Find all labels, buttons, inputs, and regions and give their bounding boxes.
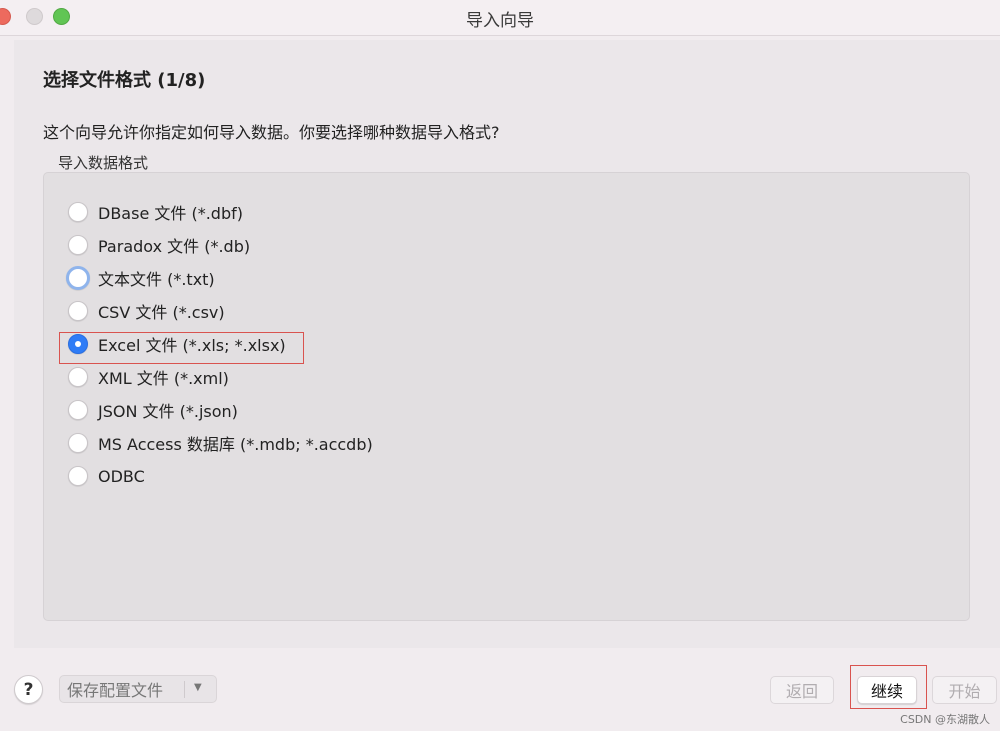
format-option[interactable]: XML 文件 (*.xml) bbox=[68, 365, 229, 389]
radio-button[interactable] bbox=[68, 202, 88, 222]
title-bar[interactable]: 导入向导 bbox=[0, 0, 1000, 36]
chevron-down-icon[interactable]: ▼ bbox=[194, 682, 202, 693]
format-option[interactable]: MS Access 数据库 (*.mdb; *.accdb) bbox=[68, 431, 373, 455]
format-option[interactable]: 文本文件 (*.txt) bbox=[66, 266, 215, 290]
help-button[interactable]: ? bbox=[14, 675, 43, 704]
format-option-label: ODBC bbox=[98, 466, 145, 486]
continue-button-highlight-annotation bbox=[850, 665, 927, 709]
radio-button[interactable] bbox=[68, 235, 88, 255]
radio-button[interactable] bbox=[68, 400, 88, 420]
radio-button[interactable] bbox=[68, 466, 88, 486]
step-title: 选择文件格式 (1/8) bbox=[43, 70, 206, 91]
dropdown-divider bbox=[184, 681, 185, 698]
format-option[interactable]: ODBC bbox=[68, 464, 145, 488]
format-option[interactable]: CSV 文件 (*.csv) bbox=[68, 299, 225, 323]
back-button[interactable]: 返回 bbox=[770, 676, 834, 704]
radio-button[interactable] bbox=[68, 301, 88, 321]
format-option-label: XML 文件 (*.xml) bbox=[98, 369, 229, 388]
import-wizard-window: 导入向导 选择文件格式 (1/8) 这个向导允许你指定如何导入数据。你要选择哪种… bbox=[0, 0, 1000, 731]
format-option[interactable]: DBase 文件 (*.dbf) bbox=[68, 200, 243, 224]
excel-option-highlight-annotation bbox=[59, 332, 304, 364]
start-button[interactable]: 开始 bbox=[932, 676, 997, 704]
save-profile-dropdown[interactable]: 保存配置文件 ▼ bbox=[59, 675, 217, 703]
format-option-label: Paradox 文件 (*.db) bbox=[98, 237, 251, 256]
format-option-label: DBase 文件 (*.dbf) bbox=[98, 204, 243, 223]
wizard-question: 这个向导允许你指定如何导入数据。你要选择哪种数据导入格式? bbox=[43, 123, 500, 142]
radio-button[interactable] bbox=[68, 433, 88, 453]
format-option[interactable]: Paradox 文件 (*.db) bbox=[68, 233, 250, 257]
format-option-label: MS Access 数据库 (*.mdb; *.accdb) bbox=[98, 435, 373, 454]
format-option-label: CSV 文件 (*.csv) bbox=[98, 303, 225, 322]
watermark: CSDN @东湖散人 bbox=[900, 713, 990, 726]
format-option-label: JSON 文件 (*.json) bbox=[98, 402, 238, 421]
format-option-label: 文本文件 (*.txt) bbox=[98, 270, 215, 289]
save-profile-label: 保存配置文件 bbox=[67, 681, 164, 700]
format-group-label: 导入数据格式 bbox=[58, 154, 149, 172]
radio-button[interactable] bbox=[66, 266, 90, 290]
format-option[interactable]: JSON 文件 (*.json) bbox=[68, 398, 238, 422]
radio-button[interactable] bbox=[68, 367, 88, 387]
window-title: 导入向导 bbox=[466, 11, 534, 31]
